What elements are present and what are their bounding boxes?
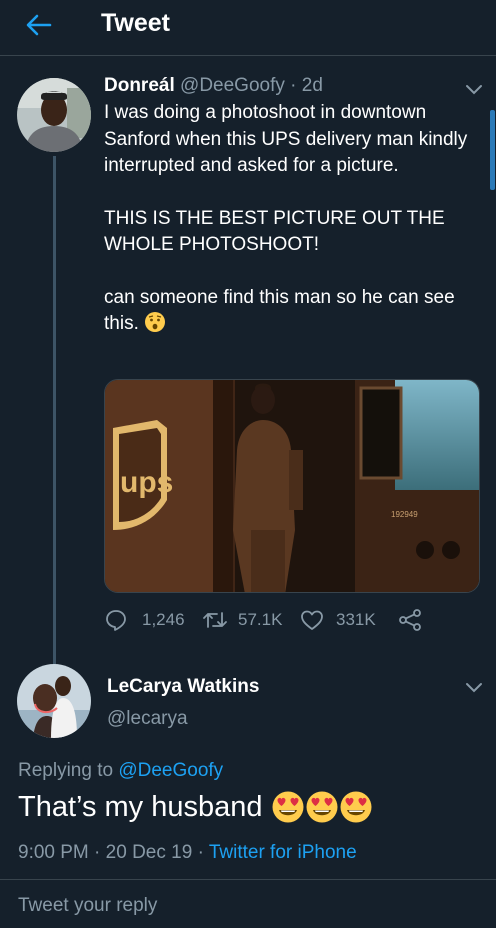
replying-to-line: Replying to @DeeGoofy	[18, 760, 223, 782]
avatar[interactable]	[17, 664, 91, 738]
retweet-icon	[203, 612, 227, 628]
heart-eyes-emoji-icon	[272, 791, 303, 823]
back-button[interactable]	[22, 10, 56, 40]
emoji-group	[271, 790, 373, 824]
tweet-image[interactable]: ups 192949	[104, 379, 480, 593]
heart-eyes-emoji-icon	[340, 791, 371, 823]
action-bar: 1,246 57.1K 331K	[104, 606, 444, 634]
arrow-left-icon	[26, 14, 52, 36]
reply-icon	[106, 610, 126, 631]
like-button[interactable]: 331K	[300, 606, 376, 634]
tweet-menu-button[interactable]	[465, 83, 483, 95]
dot-separator: ·	[94, 842, 101, 863]
heart-eyes-emoji-icon	[306, 791, 337, 823]
tweet-paragraph: THIS IS THE BEST PICTURE OUT THE WHOLE P…	[104, 207, 445, 256]
tweet-source-link[interactable]: Twitter for iPhone	[209, 842, 357, 863]
tweet-date: 20 Dec 19	[105, 842, 193, 863]
share-button[interactable]	[398, 606, 422, 634]
reply-text: That’s my husband	[18, 790, 373, 824]
scrollbar[interactable]	[490, 110, 495, 190]
tweet-metadata: 9:00 PM · 20 Dec 19 · Twitter for iPhone	[18, 842, 357, 864]
logo-text: ups	[120, 466, 173, 499]
reply-composer-input[interactable]: Tweet your reply	[18, 895, 157, 917]
reply-text-content: That’s my husband	[18, 790, 263, 823]
heart-icon	[301, 610, 323, 630]
ups-logo: ups	[120, 466, 173, 499]
tweet-menu-button[interactable]	[465, 681, 483, 693]
truck-number: 192949	[391, 510, 418, 519]
author-handle[interactable]: @lecarya	[107, 708, 188, 730]
tweet-time: 9:00 PM	[18, 842, 89, 863]
top-bar: Tweet	[0, 0, 496, 56]
page-title: Tweet	[101, 9, 170, 37]
chevron-down-icon	[466, 85, 482, 95]
replying-to-link[interactable]: @DeeGoofy	[118, 760, 223, 781]
tweet-header: Donreál @DeeGoofy · 2d	[104, 75, 323, 97]
tweet-age[interactable]: 2d	[302, 75, 323, 96]
tweet-paragraph: I was doing a photoshoot in downtown San…	[104, 102, 468, 176]
author-name[interactable]: Donreál	[104, 75, 175, 96]
tweet-paragraph: can someone find this man so he can see …	[104, 285, 474, 338]
reply-button[interactable]: 1,246	[104, 606, 185, 634]
like-count: 331K	[336, 610, 376, 629]
tweet-text: I was doing a photoshoot in downtown San…	[104, 100, 474, 338]
share-icon	[399, 609, 421, 631]
replying-prefix: Replying to	[18, 760, 114, 781]
divider	[0, 879, 496, 880]
dot-separator: ·	[197, 842, 204, 863]
author-name[interactable]: LeCarya Watkins	[107, 676, 259, 698]
chevron-down-icon	[466, 683, 482, 693]
reply-count: 1,246	[142, 610, 185, 629]
avatar[interactable]	[17, 78, 91, 152]
retweet-button[interactable]: 57.1K	[202, 606, 282, 634]
thread-connector	[53, 156, 56, 666]
retweet-count: 57.1K	[238, 610, 283, 629]
worried-face-icon	[145, 312, 166, 332]
dot-separator: ·	[290, 75, 297, 96]
author-handle[interactable]: @DeeGoofy	[180, 75, 285, 96]
